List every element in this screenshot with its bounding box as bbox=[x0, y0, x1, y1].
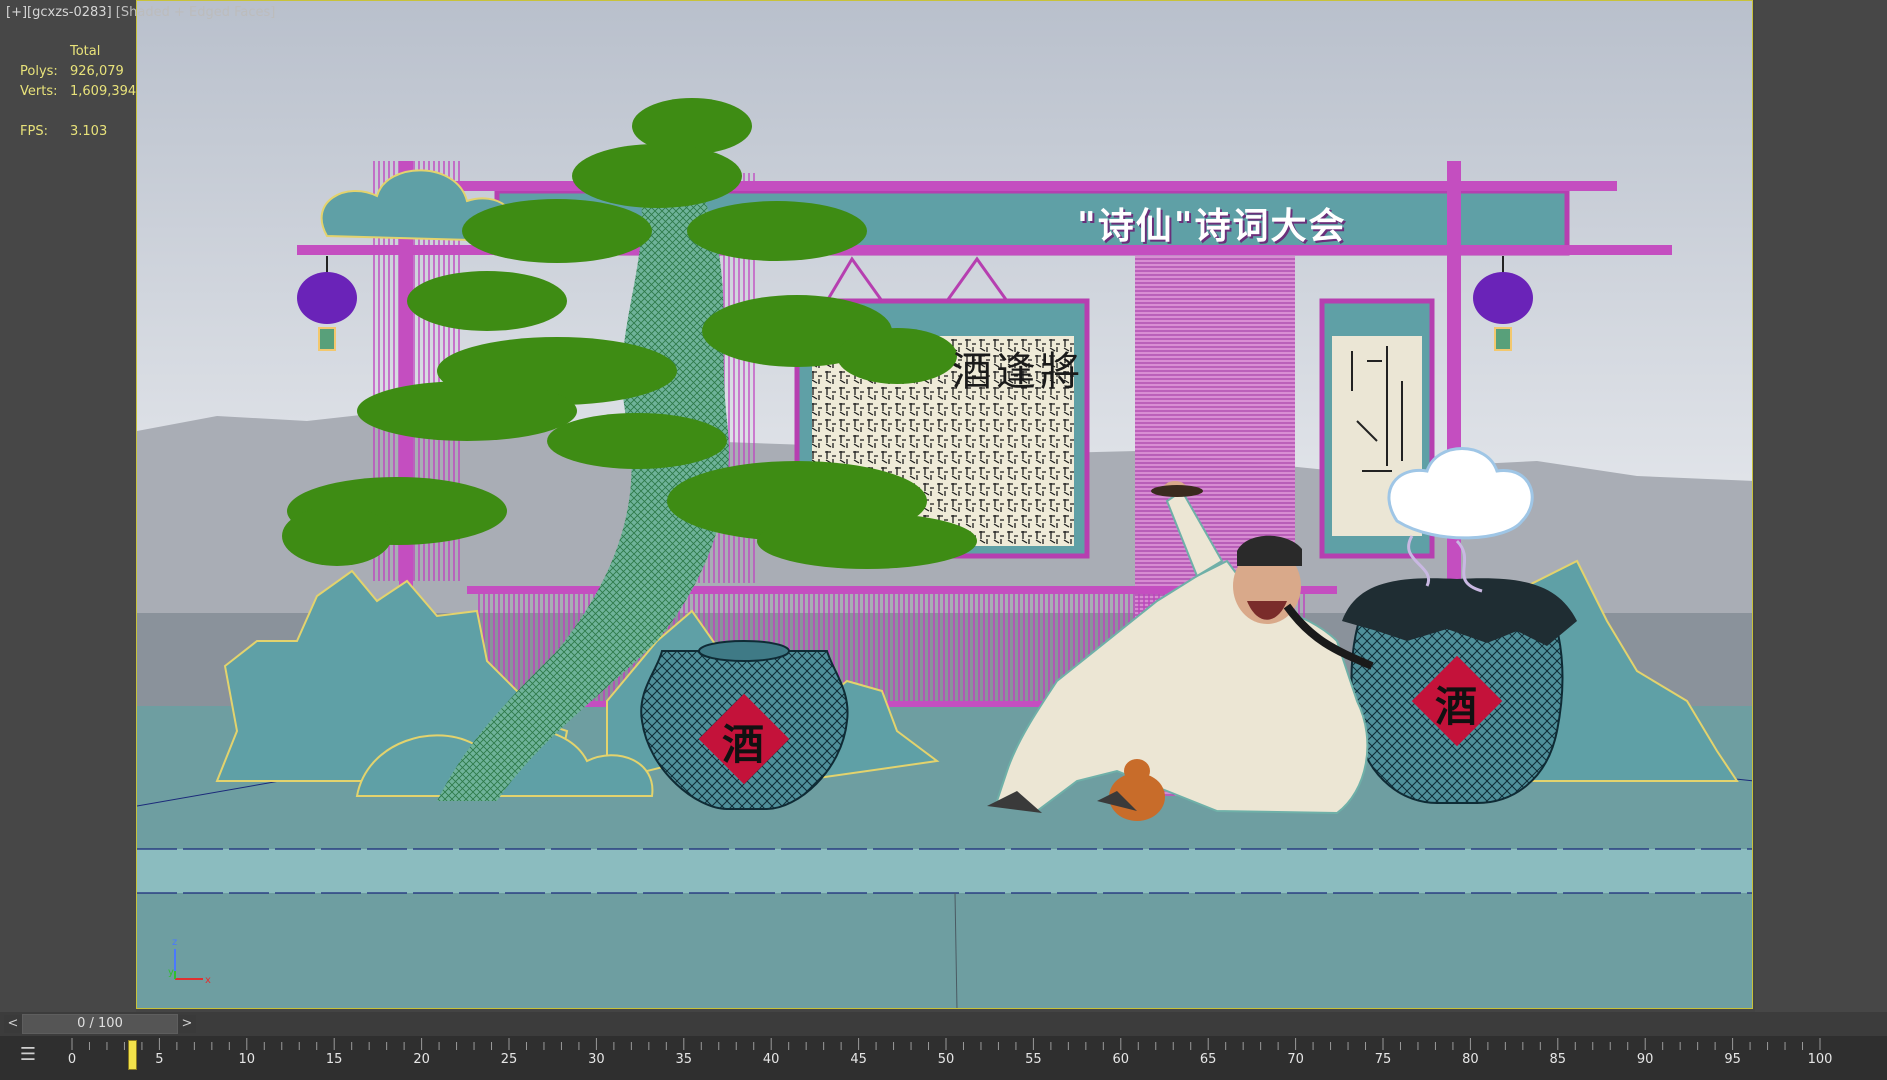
jar-left-character: 酒 bbox=[722, 720, 765, 769]
stats-fps-value: 3.103 bbox=[70, 124, 108, 139]
ruler-tick-label: 90 bbox=[1636, 1052, 1654, 1067]
jar-right-character: 酒 bbox=[1435, 682, 1478, 731]
floor-step bbox=[137, 849, 1752, 893]
stats-verts-value: 1,609,394 bbox=[70, 84, 137, 99]
ruler-tick-label: 5 bbox=[155, 1052, 164, 1067]
ruler-tick-label: 50 bbox=[937, 1052, 955, 1067]
viewport-statistics: Total Polys: 926,079 Verts: 1,609,394 FPS:… bbox=[20, 42, 136, 142]
ruler-tick-label: 60 bbox=[1112, 1052, 1130, 1067]
ruler-tick-label: 70 bbox=[1287, 1052, 1304, 1067]
viewport-shading-mode[interactable]: [Shaded + Edged Faces] bbox=[116, 5, 276, 20]
stats-fps-label: FPS: bbox=[20, 124, 48, 139]
ruler-tick-label: 40 bbox=[762, 1052, 780, 1067]
axis-gizmo-icon: z y x bbox=[168, 937, 211, 986]
viewport-left-margin bbox=[0, 0, 136, 1012]
stats-polys-value: 926,079 bbox=[70, 64, 124, 79]
ruler-tick-label: 80 bbox=[1462, 1052, 1479, 1067]
ruler-tick-label: 85 bbox=[1549, 1052, 1567, 1067]
scroll-heading: 酒逢將 bbox=[952, 349, 1084, 395]
ruler-tick-label: 65 bbox=[1199, 1052, 1217, 1067]
viewport-label-prefix[interactable]: [+][gcxzs-0283] bbox=[6, 5, 112, 20]
axis-x-label: x bbox=[205, 975, 211, 986]
banner-title: "诗仙"诗词大会 bbox=[1077, 205, 1347, 247]
viewport-scene[interactable]: "诗仙"诗词大会 酒逢將 酒 酒 z y x bbox=[136, 0, 1753, 1009]
ruler-tick-label: 10 bbox=[238, 1052, 256, 1067]
frame-ruler-labels: 0 5 10 15 20 25 30 35 40 45 50 55 60 65 70 75 80 85 90 95 10… bbox=[60, 1036, 1887, 1080]
ruler-tick-label: 20 bbox=[413, 1052, 430, 1067]
ruler-tick-label: 15 bbox=[325, 1052, 343, 1067]
time-slider[interactable]: < 0 / 100 > bbox=[0, 1012, 1887, 1036]
stats-total-label: Total bbox=[70, 44, 101, 59]
stats-polys-label: Polys: bbox=[20, 64, 58, 79]
ruler-tick-label: 55 bbox=[1025, 1052, 1042, 1067]
track-bar[interactable]: ☰ 0 5 10 15 20 25 30 35 40 45 50 55 60 65 70 75 80 85 90 95… bbox=[0, 1036, 1887, 1080]
track-config-icon[interactable]: ☰ bbox=[14, 1042, 42, 1068]
viewport-right-margin bbox=[1755, 0, 1887, 1012]
ruler-tick-label: 30 bbox=[588, 1052, 605, 1067]
frame-ruler[interactable]: 0 5 10 15 20 25 30 35 40 45 50 55 60 65 70 75 80 85 90 95 10… bbox=[60, 1036, 1887, 1080]
viewport-label[interactable]: [+][gcxzs-0283] [Shaded + Edged Faces] bbox=[6, 5, 275, 20]
time-slider-thumb[interactable]: 0 / 100 bbox=[22, 1014, 178, 1034]
ruler-tick-label: 75 bbox=[1374, 1052, 1392, 1067]
stats-verts-label: Verts: bbox=[20, 84, 58, 99]
ruler-tick-label: 35 bbox=[675, 1052, 693, 1067]
previous-frame-button[interactable]: < bbox=[4, 1015, 22, 1033]
current-frame-marker[interactable] bbox=[128, 1040, 137, 1070]
axis-z-label: z bbox=[172, 937, 177, 948]
axis-y-label: y bbox=[168, 967, 174, 978]
ruler-tick-label: 100 bbox=[1807, 1052, 1833, 1067]
ruler-tick-label: 95 bbox=[1724, 1052, 1741, 1067]
right-post bbox=[1447, 161, 1461, 621]
ruler-tick-label: 0 bbox=[67, 1052, 77, 1067]
next-frame-button[interactable]: > bbox=[178, 1015, 196, 1033]
ruler-tick-label: 45 bbox=[850, 1052, 867, 1067]
ruler-tick-label: 25 bbox=[500, 1052, 518, 1067]
scene-render[interactable] bbox=[137, 1, 1753, 1009]
